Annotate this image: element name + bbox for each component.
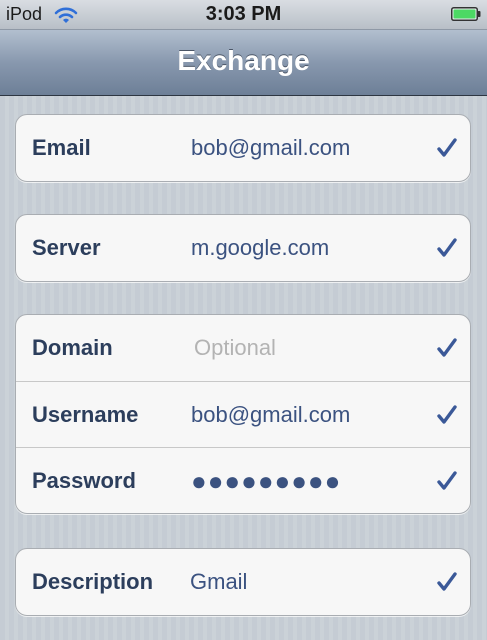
domain-row[interactable]: Domain Optional [16,315,470,381]
check-icon [437,572,457,591]
username-label: Username [32,402,139,427]
email-group: Email bob@gmail.com [15,114,471,182]
check-icon [437,471,457,490]
page-title: Exchange [177,45,310,76]
credentials-group: Domain Optional Username bob@gmail.com P… [15,314,471,514]
domain-field[interactable]: Optional [194,315,276,381]
domain-label: Domain [32,335,113,360]
check-icon [437,338,457,357]
status-bar: iPod 3:03 PM [0,0,487,30]
password-row[interactable]: Password ●●●●●●●●● [16,447,470,513]
server-row[interactable]: Server m.google.com [16,215,470,281]
check-icon [437,405,457,424]
battery-icon [451,7,481,21]
server-label: Server [32,235,101,260]
password-field[interactable]: ●●●●●●●●● [191,448,341,513]
status-time: 3:03 PM [205,3,282,25]
server-field[interactable]: m.google.com [191,215,329,281]
nav-bar: Exchange [0,30,487,96]
server-group: Server m.google.com [15,214,471,282]
description-field[interactable]: Gmail [190,549,247,615]
description-row[interactable]: Description Gmail [16,549,470,615]
check-icon [437,238,457,257]
username-field[interactable]: bob@gmail.com [191,382,350,448]
email-row[interactable]: Email bob@gmail.com [16,115,470,181]
description-label: Description [32,569,154,594]
password-label: Password [32,468,136,493]
username-row[interactable]: Username bob@gmail.com [16,381,470,447]
email-label: Email [32,135,91,160]
description-group: Description Gmail [15,548,471,616]
email-field[interactable]: bob@gmail.com [191,115,350,181]
check-icon [437,138,457,157]
